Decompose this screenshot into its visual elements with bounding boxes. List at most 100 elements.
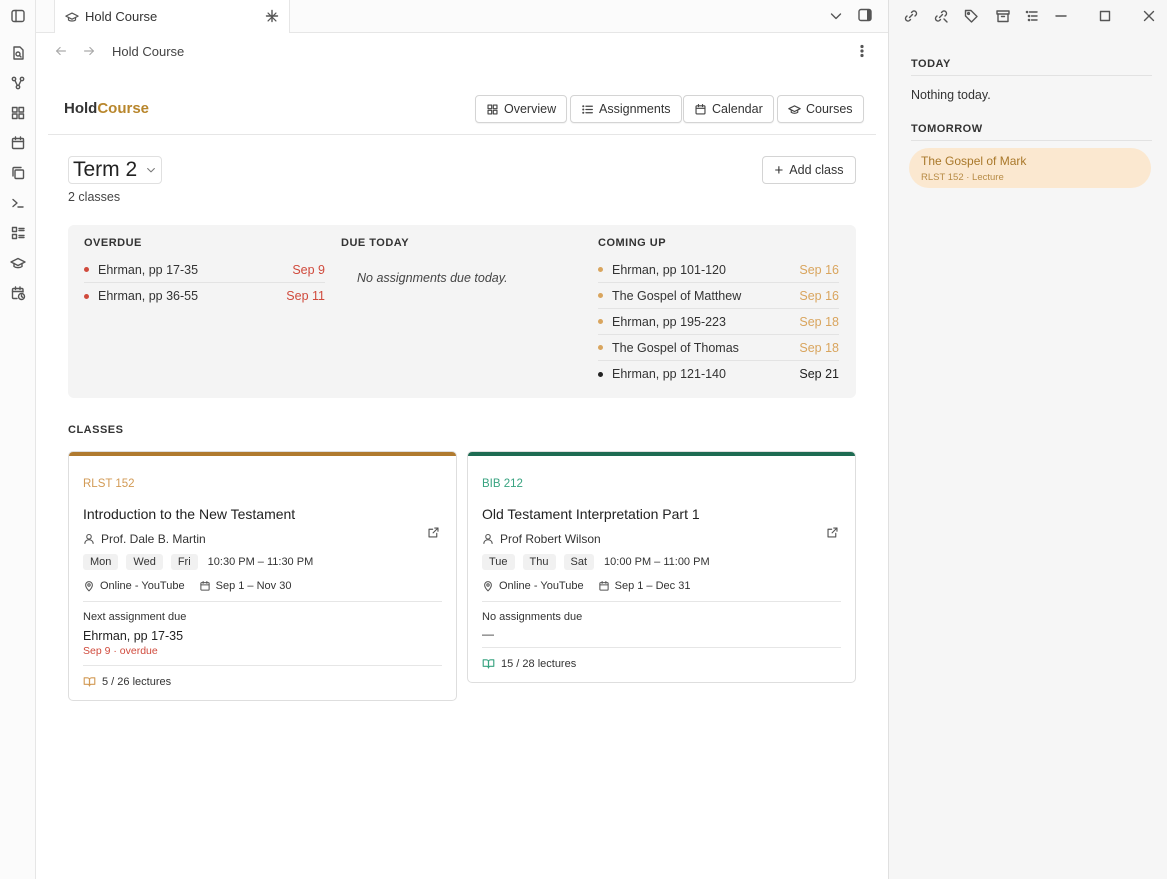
chevron-down-icon xyxy=(147,167,156,173)
external-link-icon[interactable] xyxy=(826,526,839,539)
new-tab-icon[interactable] xyxy=(264,8,280,24)
courses-button[interactable]: Courses xyxy=(777,95,864,123)
tag-icon[interactable] xyxy=(961,6,981,26)
overdue-column: OVERDUE Ehrman, pp 17-35 Sep 9 Ehrman, p… xyxy=(84,237,325,309)
course-code: BIB 212 xyxy=(482,478,523,490)
right-sidebar-toolbar xyxy=(889,0,1167,33)
list-item[interactable]: Ehrman, pp 195-223 Sep 18 xyxy=(598,309,839,335)
due-today-empty: No assignments due today. xyxy=(357,271,508,285)
left-ribbon xyxy=(0,0,36,879)
list-item[interactable]: Ehrman, pp 121-140 Sep 21 xyxy=(598,361,839,387)
outgoing-links-icon[interactable] xyxy=(931,6,951,26)
graduation-cap-icon xyxy=(65,11,79,22)
upcoming-dot xyxy=(598,345,603,350)
add-class-button[interactable]: + Add class xyxy=(762,156,856,184)
grid-icon[interactable] xyxy=(6,101,30,125)
maximize-icon[interactable] xyxy=(1095,6,1115,26)
chevron-down-icon[interactable] xyxy=(828,8,844,24)
class-time: 10:00 PM – 11:00 PM xyxy=(604,556,710,568)
course-name[interactable]: Introduction to the New Testament xyxy=(83,506,442,522)
nav-bar: Hold Course xyxy=(36,33,888,69)
assignments-button[interactable]: Assignments xyxy=(570,95,682,123)
plugin-header: HoldCourse Overview Assignments Calendar… xyxy=(48,88,876,135)
more-options-icon[interactable] xyxy=(854,43,870,59)
day-chip: Sat xyxy=(563,554,595,570)
external-link-icon[interactable] xyxy=(427,526,440,539)
tab-title: Hold Course xyxy=(85,9,158,24)
professor: Prof Robert Wilson xyxy=(482,532,841,546)
upcoming-dot xyxy=(598,319,603,324)
next-assignment-label: No assignments due xyxy=(482,611,583,623)
overview-button[interactable]: Overview xyxy=(475,95,568,123)
graduation-cap-icon[interactable] xyxy=(6,251,30,275)
list-item[interactable]: Ehrman, pp 17-35 Sep 9 xyxy=(84,257,325,283)
app-logo: HoldCourse xyxy=(64,100,150,117)
next-assignment-title[interactable]: Ehrman, pp 17-35 xyxy=(83,629,442,643)
tab-bar: Hold Course xyxy=(36,0,888,33)
assignment-summary: OVERDUE Ehrman, pp 17-35 Sep 9 Ehrman, p… xyxy=(68,225,856,398)
forward-arrow-icon[interactable] xyxy=(82,44,96,58)
sidebar-toggle-icon[interactable] xyxy=(6,4,30,28)
book-open-icon xyxy=(83,677,96,687)
upcoming-dot xyxy=(598,267,603,272)
upcoming-dot xyxy=(598,293,603,298)
card-accent-bar xyxy=(69,452,456,456)
right-sidebar: TODAY Nothing today. TOMORROW xyxy=(888,0,1167,879)
day-chip: Fri xyxy=(170,554,198,570)
tomorrow-heading: TOMORROW xyxy=(911,123,1152,141)
calendar-icon[interactable] xyxy=(6,131,30,155)
back-arrow-icon[interactable] xyxy=(54,44,68,58)
class-count: 2 classes xyxy=(68,190,121,204)
right-sidebar-toggle-icon[interactable] xyxy=(857,7,873,23)
calendar-event[interactable]: The Gospel of Mark RLST 152 · Lecture xyxy=(909,148,1151,188)
today-heading: TODAY xyxy=(911,58,1152,76)
course-name[interactable]: Old Testament Interpretation Part 1 xyxy=(482,506,841,522)
user-icon xyxy=(84,533,94,545)
search-file-icon[interactable] xyxy=(6,41,30,65)
nav-title: Hold Course xyxy=(112,44,185,59)
today-empty: Nothing today. xyxy=(911,88,991,102)
calendar-clock-icon[interactable] xyxy=(6,281,30,305)
class-time: 10:30 PM – 11:30 PM xyxy=(207,556,314,568)
next-assignment-title: — xyxy=(482,627,841,648)
graduation-cap-icon xyxy=(788,104,801,114)
course-code: RLST 152 xyxy=(83,478,135,490)
backlinks-icon[interactable] xyxy=(901,6,921,26)
class-card[interactable]: RLST 152 Introduction to the New Testame… xyxy=(68,451,457,701)
user-icon xyxy=(483,533,493,545)
list-item[interactable]: The Gospel of Thomas Sep 18 xyxy=(598,335,839,361)
professor: Prof. Dale B. Martin xyxy=(83,532,442,546)
term-select[interactable]: Term 2 xyxy=(68,156,163,184)
list-item[interactable]: The Gospel of Matthew Sep 16 xyxy=(598,283,839,309)
class-meta: Online - YouTube Sep 1 – Dec 31 xyxy=(482,580,841,602)
location-pin-icon xyxy=(484,581,492,592)
window-close-icon[interactable] xyxy=(1139,6,1159,26)
schedule: Tue Thu Sat 10:00 PM – 11:00 PM xyxy=(482,554,841,570)
plus-icon: + xyxy=(774,161,784,179)
calendar-button[interactable]: Calendar xyxy=(683,95,774,123)
schedule: Mon Wed Fri 10:30 PM – 11:30 PM xyxy=(83,554,442,570)
tab-hold-course[interactable]: Hold Course xyxy=(54,0,290,33)
list-grid-icon[interactable] xyxy=(6,221,30,245)
day-chip: Tue xyxy=(482,554,515,570)
archive-icon[interactable] xyxy=(993,6,1013,26)
graph-icon[interactable] xyxy=(6,71,30,95)
calendar-icon xyxy=(598,580,609,591)
day-chip: Mon xyxy=(83,554,119,570)
overdue-dot xyxy=(84,267,89,272)
coming-up-heading: COMING UP xyxy=(598,237,667,249)
calendar-icon xyxy=(695,103,706,115)
class-meta: Online - YouTube Sep 1 – Nov 30 xyxy=(83,580,442,602)
day-chip: Thu xyxy=(522,554,556,570)
due-today-heading: DUE TODAY xyxy=(341,237,410,249)
event-subtitle: RLST 152 · Lecture xyxy=(921,172,1004,183)
outline-icon[interactable] xyxy=(1022,6,1042,26)
list-item[interactable]: Ehrman, pp 36-55 Sep 11 xyxy=(84,283,325,309)
terminal-icon[interactable] xyxy=(6,191,30,215)
lecture-progress: 5 / 26 lectures xyxy=(83,675,442,688)
copy-icon[interactable] xyxy=(6,161,30,185)
class-card[interactable]: BIB 212 Old Testament Interpretation Par… xyxy=(467,451,856,683)
minimize-icon[interactable] xyxy=(1051,6,1071,26)
list-item[interactable]: Ehrman, pp 101-120 Sep 16 xyxy=(598,257,839,283)
term-name: Term 2 xyxy=(73,158,138,181)
